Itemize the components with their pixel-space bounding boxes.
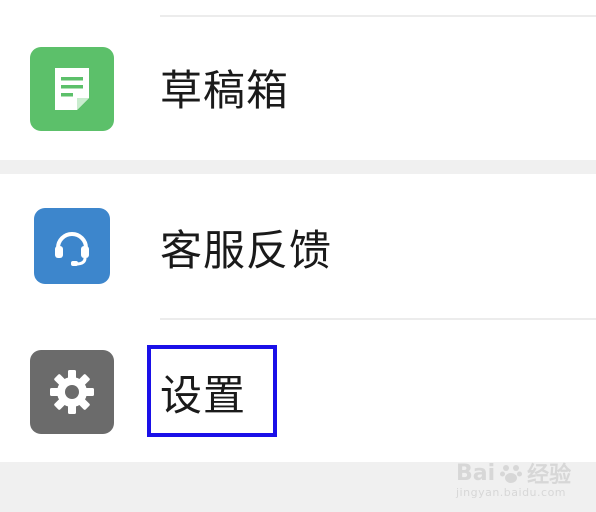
section-separator-1 (0, 160, 596, 174)
headset-icon (55, 232, 89, 266)
watermark-url: jingyan.baidu.com (456, 486, 567, 499)
document-icon (55, 68, 89, 110)
drafts-label: 草稿箱 (160, 66, 290, 115)
menu-item-drafts[interactable]: 草稿箱 (0, 17, 596, 160)
settings-icon-box (30, 350, 114, 434)
menu-item-support[interactable]: 客服反馈 (0, 174, 596, 318)
support-icon-box (34, 208, 110, 284)
baidu-watermark: Bai 经验 jingyan.baidu.com (456, 450, 586, 500)
gear-icon (50, 370, 94, 414)
watermark-brand-suffix: 经验 (527, 463, 572, 488)
drafts-icon-box (30, 47, 114, 131)
settings-highlight-box (147, 345, 277, 437)
paw-icon (500, 465, 523, 483)
menu-item-settings[interactable]: 设置 (0, 320, 596, 462)
watermark-brand: Bai (456, 460, 496, 486)
support-label: 客服反馈 (160, 226, 333, 275)
